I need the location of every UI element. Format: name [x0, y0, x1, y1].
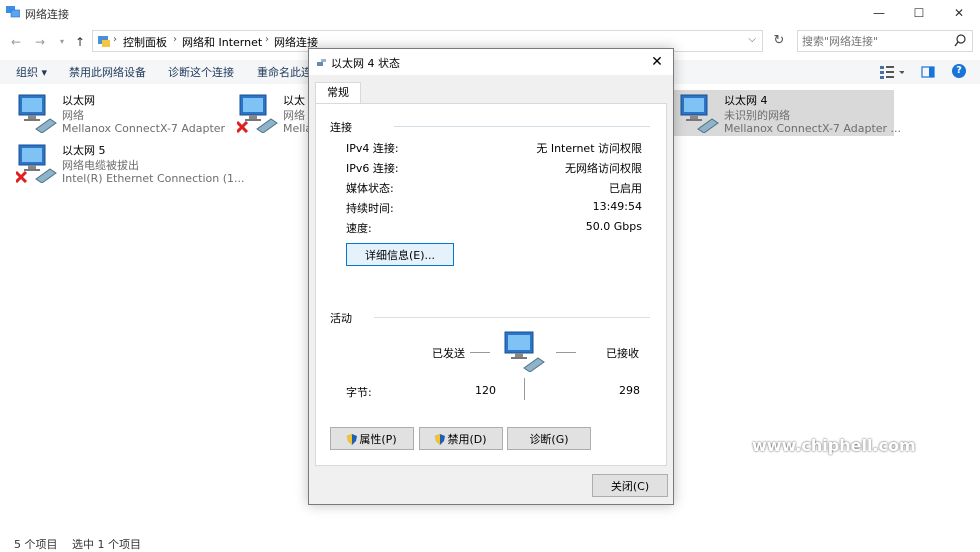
bytes-divider [524, 378, 525, 400]
sent-label: 已发送 [432, 347, 465, 360]
divider [374, 317, 650, 318]
received-line [556, 352, 576, 353]
details-button[interactable]: 详细信息(E)... [346, 243, 454, 266]
title-bar: 网络连接 — ☐ ✕ [0, 0, 980, 27]
up-arrow-icon[interactable]: ↑ [72, 34, 88, 50]
bytes-received-value: 298 [619, 384, 640, 397]
network-folder-icon [6, 6, 20, 18]
close-window-button[interactable]: ✕ [944, 4, 974, 22]
disable-button[interactable]: 禁用(D) [419, 427, 503, 450]
connection-item-ethernet-5[interactable]: 以太网 5 网络电缆被拔出 Intel(R) Ethernet Connecti… [12, 140, 244, 186]
uac-shield-icon [435, 433, 446, 445]
connection-status: 网络 [62, 109, 84, 122]
network-small-icon [317, 59, 326, 66]
connection-adapter: Mellanox ConnectX-7 Adapter ... [724, 122, 902, 135]
watermark-text: www.chiphell.com [752, 436, 916, 455]
connection-status: 网络电缆被拔出 [62, 159, 139, 172]
dialog-title: 以太网 4 状态 [331, 57, 400, 70]
activity-group-label: 活动 [330, 312, 352, 325]
connection-name: 以太 [283, 94, 305, 107]
network-adapter-icon [18, 94, 57, 133]
dialog-title-bar: 以太网 4 状态 ✕ [309, 49, 673, 75]
ipv4-value: 无 Internet 访问权限 [536, 142, 642, 155]
breadcrumb-network-internet[interactable]: 网络和 Internet [182, 34, 262, 50]
connection-status: 网络 [283, 109, 305, 122]
network-adapter-disconnected-icon [16, 144, 57, 183]
search-box[interactable] [797, 30, 973, 52]
close-button[interactable]: 关闭(C) [592, 474, 668, 497]
ipv6-label: IPv6 连接: [346, 162, 399, 175]
help-icon[interactable]: ? [952, 64, 966, 78]
network-adapter-icon [680, 94, 719, 133]
bytes-sent-value: 120 [475, 384, 496, 397]
speed-label: 速度: [346, 222, 372, 235]
duration-value: 13:49:54 [592, 200, 642, 213]
received-label: 已接收 [606, 347, 639, 360]
connection-adapter: Mellanox ConnectX-7 Adapter [62, 122, 226, 135]
connection-name: 以太网 [62, 94, 95, 107]
address-dropdown-icon[interactable]: ⌵ [748, 34, 756, 45]
minimize-button[interactable]: — [864, 4, 894, 22]
connection-item-ethernet-4[interactable]: 以太网 4 未识别的网络 Mellanox ConnectX-7 Adapter… [674, 90, 901, 136]
connection-group-label: 连接 [330, 121, 352, 134]
maximize-button[interactable]: ☐ [904, 4, 934, 22]
diagnose-button[interactable]: 诊断(G) [507, 427, 591, 450]
media-state-label: 媒体状态: [346, 182, 394, 195]
control-panel-icon [98, 36, 110, 47]
status-dialog: 以太网 4 状态 ✕ 常规 连接 IPv4 连接: 无 Internet 访问权… [308, 48, 674, 505]
bytes-label: 字节: [346, 386, 372, 399]
back-arrow-icon[interactable]: ← [8, 34, 24, 50]
ipv4-label: IPv4 连接: [346, 142, 399, 155]
tab-general[interactable]: 常规 [315, 82, 361, 104]
connection-status: 未识别的网络 [724, 109, 790, 122]
connection-name: 以太网 5 [62, 144, 106, 157]
window-title: 网络连接 [25, 8, 69, 21]
rename-connection-button[interactable]: 重命名此连 [257, 64, 312, 80]
dialog-close-icon[interactable]: ✕ [645, 51, 669, 73]
disable-label: 禁用(D) [447, 432, 487, 446]
breadcrumb-control-panel[interactable]: 控制面板 [123, 34, 167, 50]
forward-arrow-icon[interactable]: → [32, 34, 48, 50]
connection-name: 以太网 4 [724, 94, 768, 107]
organize-menu[interactable]: 组织 ▾ [16, 64, 47, 80]
view-options-icon[interactable] [880, 65, 904, 79]
status-bar: 5 个项目 选中 1 个项目 [0, 532, 980, 552]
ipv6-value: 无网络访问权限 [565, 162, 642, 175]
media-state-value: 已启用 [609, 182, 642, 195]
activity-network-icon [504, 331, 545, 372]
connection-item-ethernet[interactable]: 以太网 网络 Mellanox ConnectX-7 Adapter [12, 90, 232, 136]
preview-pane-icon[interactable] [921, 65, 935, 79]
item-count: 5 个项目 [14, 538, 58, 551]
disable-device-button[interactable]: 禁用此网络设备 [69, 64, 146, 80]
sent-line [470, 352, 490, 353]
speed-value: 50.0 Gbps [585, 220, 642, 233]
search-icon[interactable] [954, 34, 966, 48]
connection-adapter: Intel(R) Ethernet Connection (1... [62, 172, 245, 185]
network-adapter-disconnected-icon [237, 94, 278, 133]
duration-label: 持续时间: [346, 202, 394, 215]
search-input[interactable] [802, 33, 952, 49]
uac-shield-icon [347, 433, 358, 445]
recent-dropdown-icon[interactable]: ▾ [54, 34, 70, 50]
diagnose-connection-button[interactable]: 诊断这个连接 [168, 64, 234, 80]
properties-button[interactable]: 属性(P) [330, 427, 414, 450]
divider [394, 126, 650, 127]
refresh-icon[interactable]: ↻ [767, 30, 791, 52]
selected-count: 选中 1 个项目 [72, 538, 141, 551]
general-panel: 连接 IPv4 连接: 无 Internet 访问权限 IPv6 连接: 无网络… [315, 103, 667, 466]
properties-label: 属性(P) [359, 432, 397, 446]
